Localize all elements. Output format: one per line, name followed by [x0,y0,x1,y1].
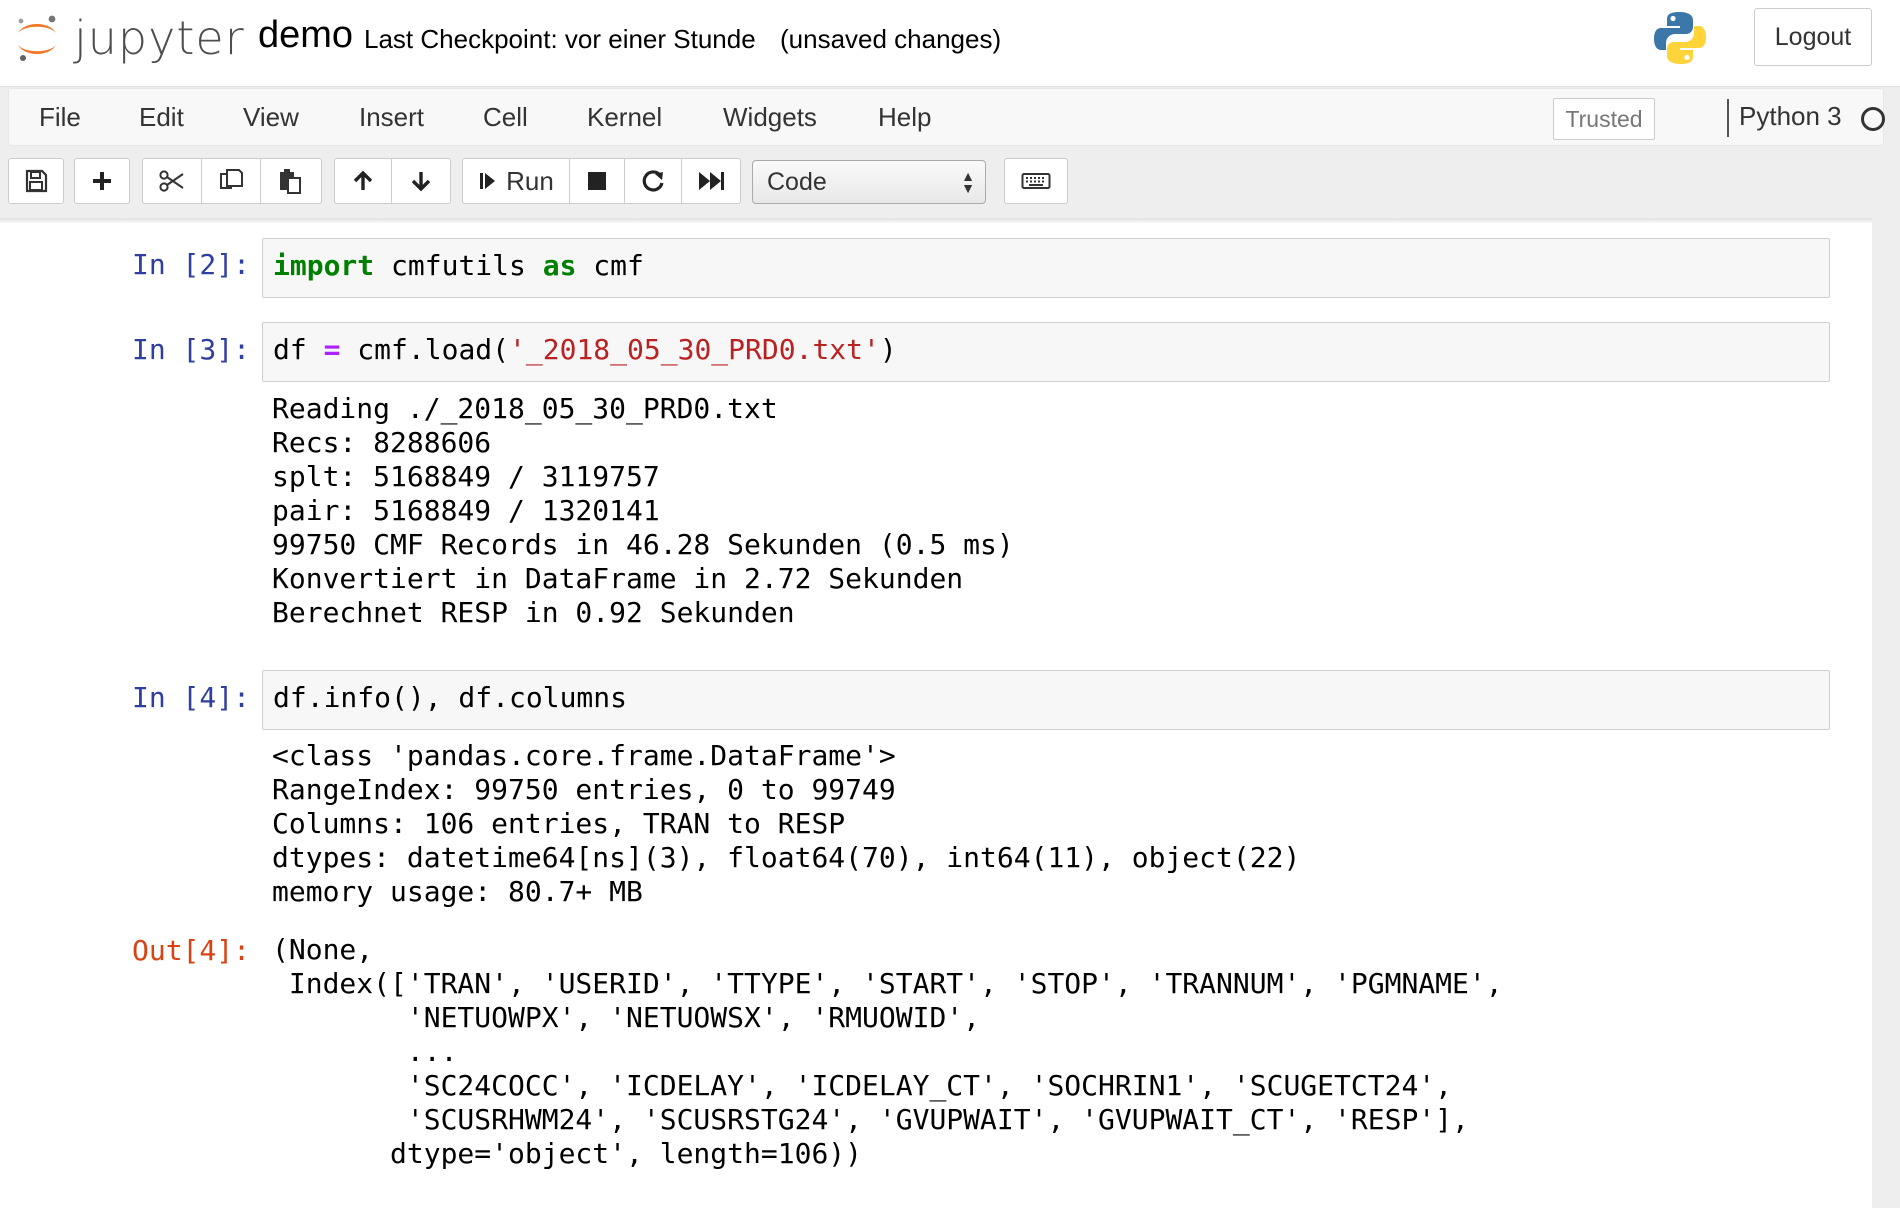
input-prompt: In [2]: [131,248,250,281]
stop-icon [588,172,606,190]
save-icon [25,169,48,193]
command-palette-button[interactable] [1004,158,1068,204]
menu-help[interactable]: Help [878,102,931,133]
step-forward-icon [480,173,496,189]
menu-insert[interactable]: Insert [359,102,424,133]
scissors-icon [159,170,184,192]
toolbar-shadow [0,218,1900,224]
move-down-button[interactable] [391,158,451,204]
code-cell-input[interactable]: df = cmf.load('_2018_05_30_PRD0.txt') [262,322,1830,382]
restart-icon [642,170,664,192]
jupyter-logo[interactable]: jupyter [14,8,245,68]
restart-button[interactable] [624,158,682,204]
select-arrows-icon: ▲ ▼ [961,168,975,196]
logo-text: jupyter [74,11,245,65]
copy-button[interactable] [201,158,261,204]
menu-kernel[interactable]: Kernel [587,102,662,133]
run-button[interactable]: Run [462,158,570,204]
cell-type-select[interactable]: Code ▲ ▼ [752,160,986,204]
cell-output-stream: <class 'pandas.core.frame.DataFrame'> Ran… [272,739,1301,908]
trusted-indicator[interactable]: Trusted [1553,98,1655,140]
input-prompt: In [4]: [131,681,250,714]
menu-file[interactable]: File [39,102,81,133]
paste-button[interactable] [260,158,322,204]
kernel-divider [1727,99,1729,137]
header: jupyter demo Last Checkpoint: vor einer … [0,0,1900,87]
checkpoint-status: Last Checkpoint: vor einer Stunde [364,24,756,54]
move-up-button[interactable] [334,158,392,204]
insert-cell-button[interactable] [74,158,130,204]
notebook-container[interactable]: In [2]: import cmfutils as cmf In [3]: d… [0,218,1872,1208]
cell-output-stream: Reading ./_2018_05_30_PRD0.txt Recs: 8288… [272,392,1014,629]
autosave-status: (unsaved changes) [780,24,1002,54]
toolbar: Run Code ▲ ▼ [0,158,1900,218]
code-cell-input[interactable]: df.info(), df.columns [262,670,1830,730]
kernel-idle-icon [1861,107,1885,131]
notebook-name[interactable]: demo [258,14,353,57]
menu-cell[interactable]: Cell [483,102,528,133]
code-cell-input[interactable]: import cmfutils as cmf [262,238,1830,298]
menu-widgets[interactable]: Widgets [723,102,817,133]
logout-button[interactable]: Logout [1754,8,1872,66]
input-prompt: In [3]: [131,333,250,366]
scrollbar[interactable] [1872,218,1900,1208]
cell-type-value: Code [767,167,827,196]
cell-output-result: (None, Index(['TRAN', 'USERID', 'TTYPE',… [272,933,1503,1170]
paste-icon [280,169,301,194]
interrupt-button[interactable] [569,158,625,204]
arrow-up-icon [353,170,373,190]
menu-edit[interactable]: Edit [139,102,184,133]
menu-view[interactable]: View [243,102,299,133]
output-prompt: Out[4]: [131,934,250,967]
menubar: File Edit View Insert Cell Kernel Widget… [8,88,1885,146]
kernel-name: Python 3 [1739,101,1842,131]
keyboard-icon [1021,173,1051,189]
save-button[interactable] [8,158,64,204]
restart-run-all-button[interactable] [681,158,741,204]
jupyter-logo-icon [18,15,56,61]
plus-icon [93,172,111,190]
python-logo-icon [1652,10,1708,71]
copy-icon [220,169,243,189]
arrow-down-icon [411,172,431,192]
cut-button[interactable] [142,158,202,204]
fast-forward-icon [699,172,724,190]
run-label: Run [506,165,554,196]
